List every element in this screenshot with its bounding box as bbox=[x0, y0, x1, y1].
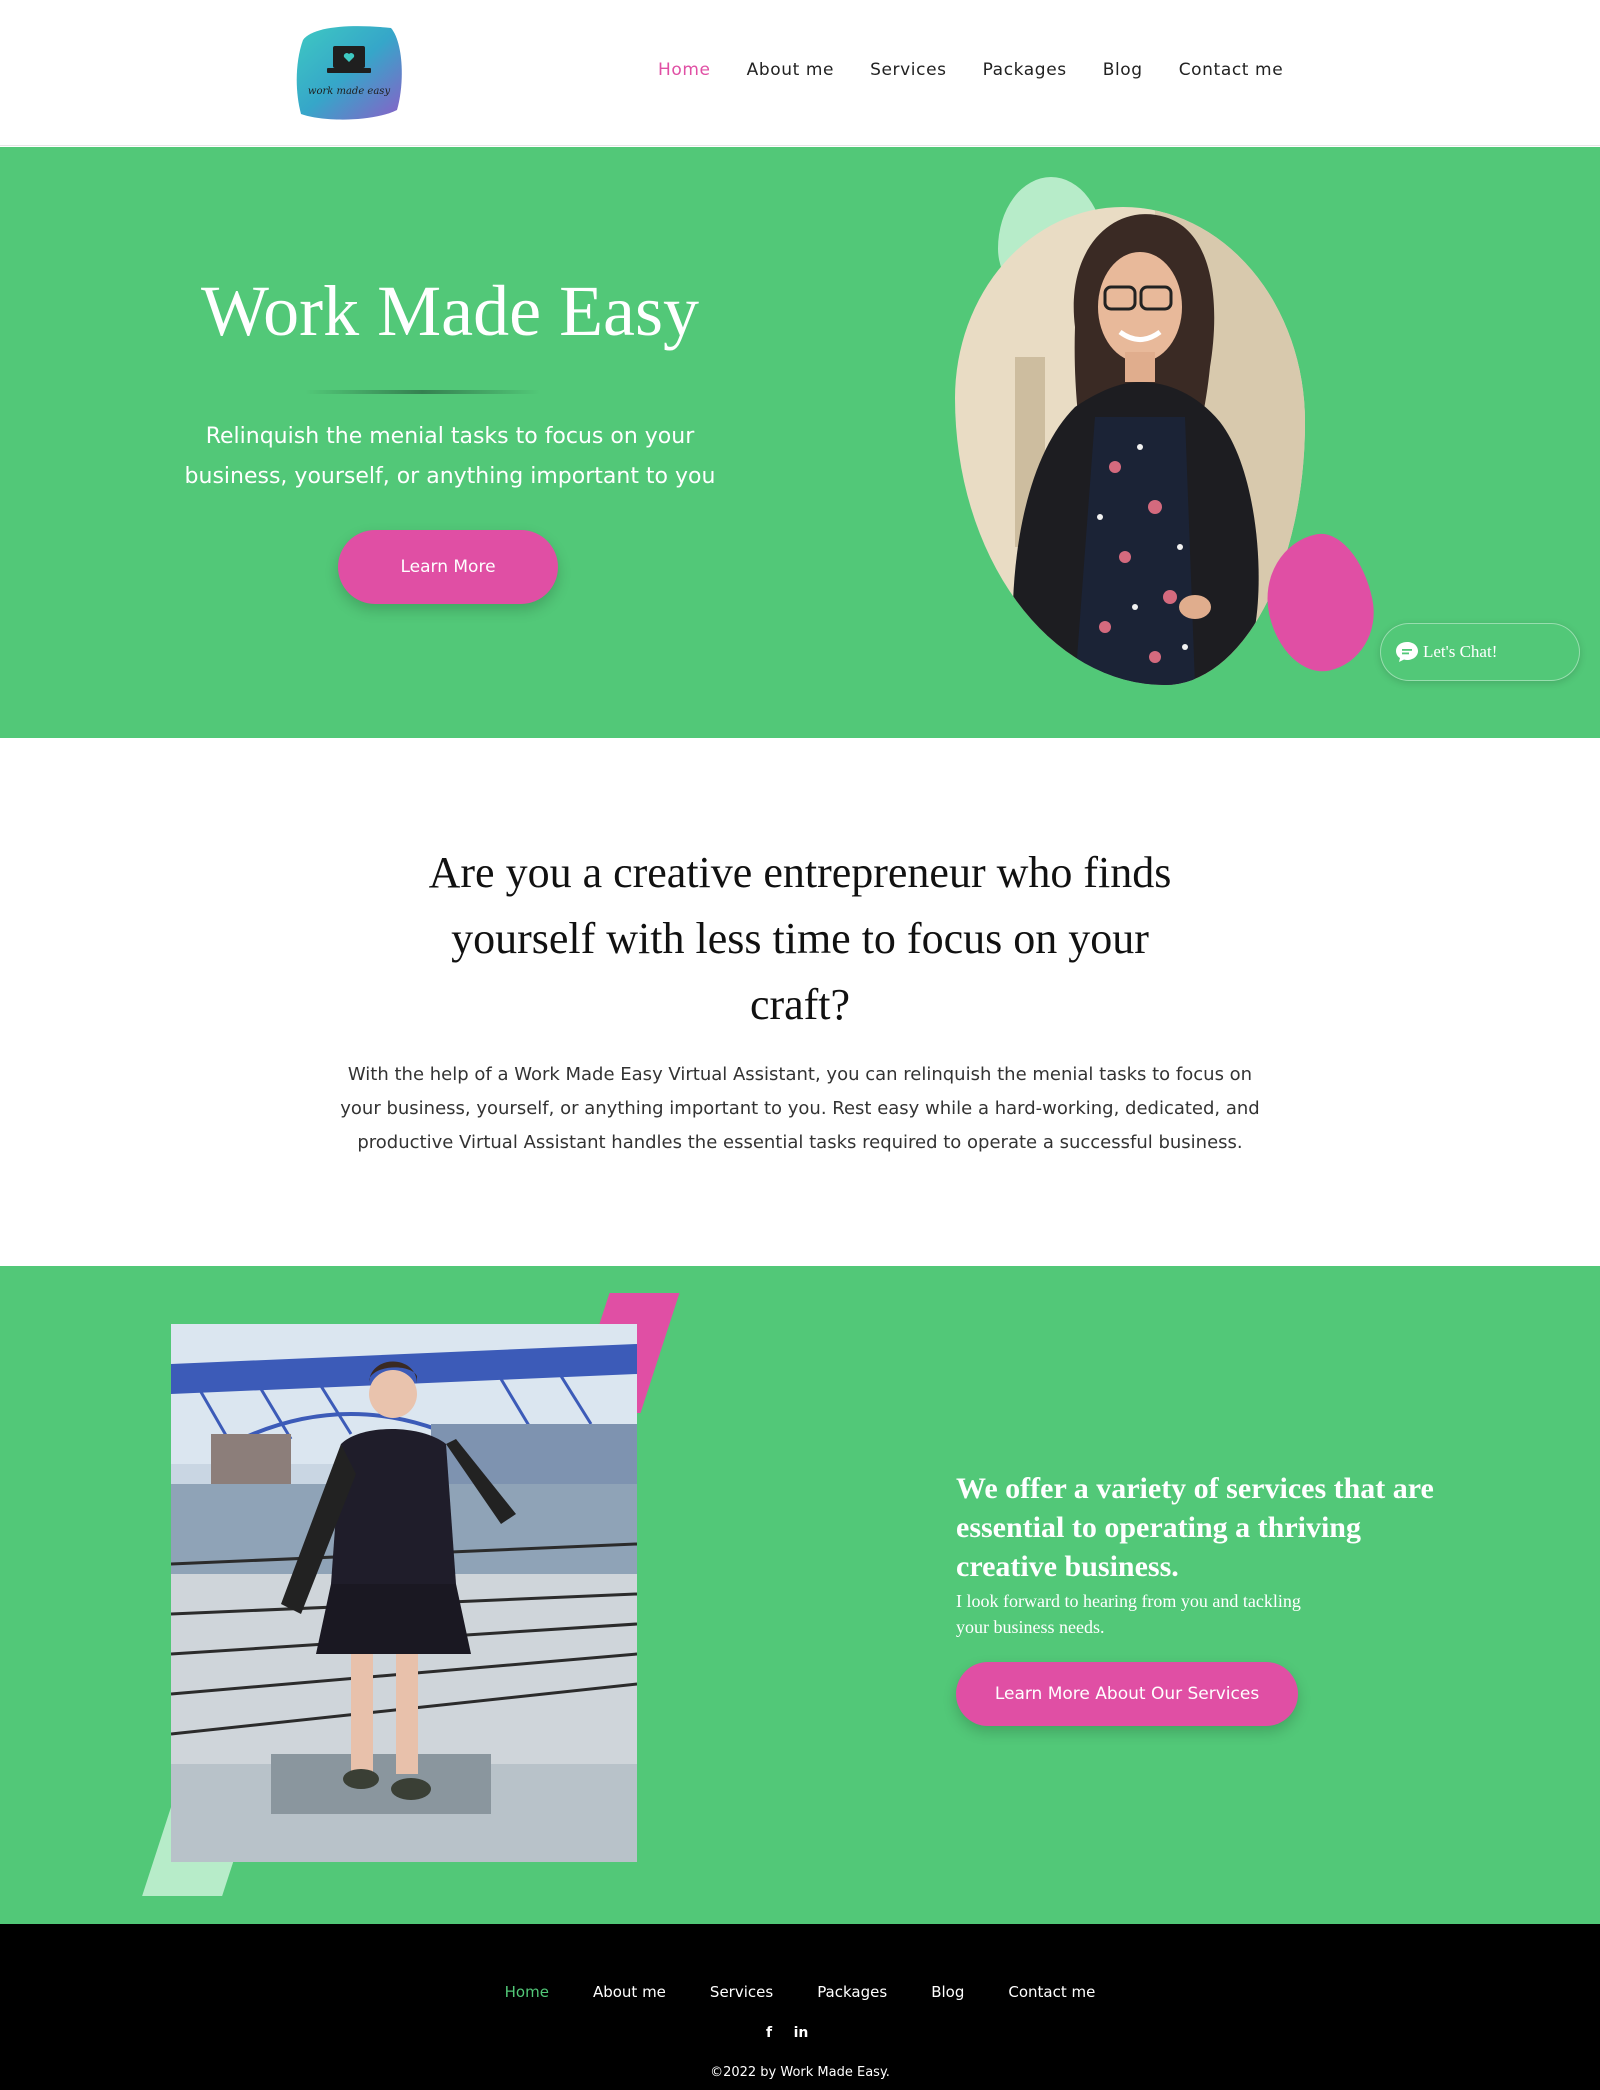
services-photo bbox=[171, 1324, 637, 1862]
nav-home[interactable]: Home bbox=[640, 60, 729, 80]
nav-services[interactable]: Services bbox=[852, 60, 965, 80]
learn-more-button[interactable]: Learn More bbox=[338, 530, 558, 604]
services-heading-line: We offer a variety of services that are bbox=[956, 1472, 1434, 1505]
nav-contact-me[interactable]: Contact me bbox=[1161, 60, 1302, 80]
intro-body-line: your business, yourself, or anything imp… bbox=[340, 1098, 1260, 1119]
nav-packages[interactable]: Packages bbox=[965, 60, 1085, 80]
intro-title: Are you a creative entrepreneur who find… bbox=[380, 840, 1220, 1038]
services-section: We offer a variety of services that are … bbox=[0, 1266, 1600, 1924]
copyright-text: ©2022 by Work Made Easy. bbox=[710, 2065, 890, 2080]
chat-bubble-icon bbox=[1395, 641, 1419, 663]
hero-subtitle: Relinquish the menial tasks to focus on … bbox=[150, 417, 750, 497]
site-header: work made easy Home About me Services Pa… bbox=[0, 0, 1600, 146]
chat-label: Let's Chat! bbox=[1423, 642, 1498, 661]
footer-nav-packages[interactable]: Packages bbox=[795, 1983, 909, 2001]
intro-body-line: With the help of a Work Made Easy Virtua… bbox=[347, 1064, 1253, 1085]
footer-nav-home[interactable]: Home bbox=[483, 1983, 571, 2001]
logo-text: work made easy bbox=[308, 86, 391, 97]
footer-nav-services[interactable]: Services bbox=[688, 1983, 795, 2001]
services-subtext-line: your business needs. bbox=[956, 1617, 1105, 1637]
intro-body-line: productive Virtual Assistant handles the… bbox=[357, 1132, 1243, 1153]
intro-body: With the help of a Work Made Easy Virtua… bbox=[340, 1058, 1260, 1160]
services-heading: We offer a variety of services that are … bbox=[956, 1469, 1456, 1586]
services-heading-line: essential to operating a thriving bbox=[956, 1511, 1361, 1544]
hero-title: Work Made Easy bbox=[200, 271, 700, 351]
footer-nav-blog[interactable]: Blog bbox=[909, 1983, 986, 2001]
services-heading-line: creative business. bbox=[956, 1550, 1179, 1583]
hero-section: Work Made Easy Relinquish the menial tas… bbox=[0, 147, 1600, 738]
site-footer: Home About me Services Packages Blog Con… bbox=[0, 1924, 1600, 2090]
footer-nav-contact-me[interactable]: Contact me bbox=[986, 1983, 1117, 2001]
nav-blog[interactable]: Blog bbox=[1085, 60, 1161, 80]
hero-subtitle-line: Relinquish the menial tasks to focus on … bbox=[205, 424, 695, 449]
hero-divider bbox=[305, 390, 540, 394]
hero-subtitle-line: business, yourself, or anything importan… bbox=[184, 464, 716, 489]
site-logo[interactable]: work made easy bbox=[293, 22, 405, 124]
chat-widget-button[interactable]: Let's Chat! bbox=[1380, 623, 1580, 681]
footer-nav-about-me[interactable]: About me bbox=[571, 1983, 688, 2001]
services-subtext: I look forward to hearing from you and t… bbox=[956, 1588, 1376, 1640]
nav-about-me[interactable]: About me bbox=[729, 60, 852, 80]
services-subtext-line: I look forward to hearing from you and t… bbox=[956, 1591, 1301, 1611]
intro-title-line: yourself with less time to focus on your bbox=[451, 914, 1149, 963]
social-links: f in bbox=[760, 2024, 810, 2042]
learn-more-services-button[interactable]: Learn More About Our Services bbox=[956, 1662, 1298, 1726]
footer-nav: Home About me Services Packages Blog Con… bbox=[0, 1983, 1600, 2001]
linkedin-icon[interactable]: in bbox=[792, 2024, 810, 2042]
intro-title-line: Are you a creative entrepreneur who find… bbox=[428, 848, 1172, 897]
hero-photo bbox=[955, 207, 1305, 685]
intro-title-line: craft? bbox=[749, 980, 851, 1029]
main-nav: Home About me Services Packages Blog Con… bbox=[640, 60, 1301, 80]
facebook-icon[interactable]: f bbox=[760, 2024, 778, 2042]
